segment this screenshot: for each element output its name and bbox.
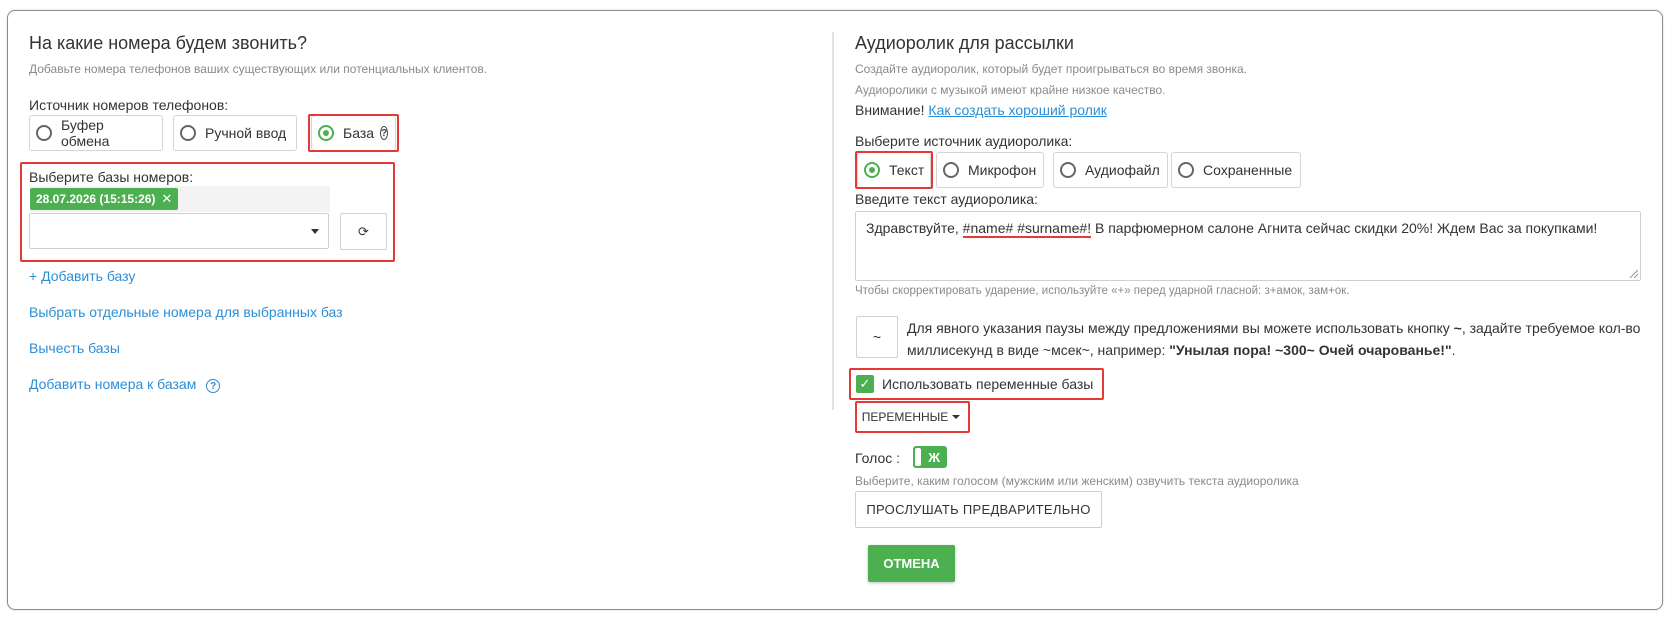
radio-unchecked-icon [36,125,52,141]
cancel-button[interactable]: ОТМЕНА [868,545,955,582]
highlight-box [849,368,1104,400]
source-radio-label: Буфер обмена [61,117,110,149]
text-part-2: В парфюмерном салоне Агнита сейчас скидк… [1091,220,1598,236]
resize-handle[interactable] [1630,270,1638,278]
audio-radio-label: Микрофон [968,162,1037,178]
radio-unchecked-icon [1178,162,1194,178]
text-part-1: Здравствуйте, [866,220,963,236]
pause-button[interactable]: ~ [856,316,898,358]
left-section-subtitle: Добавьте номера телефонов ваших существу… [29,62,488,76]
source-radio-clipboard[interactable]: Буфер обмена [29,115,163,151]
source-radio-manual[interactable]: Ручной ввод [173,115,297,151]
help-icon[interactable]: ? [206,379,221,393]
pause-tilde: ~ [1453,320,1462,336]
good-clip-link[interactable]: Как создать хороший ролик [928,102,1106,118]
pause-text-3: . [1451,342,1456,358]
add-numbers-link[interactable]: Добавить номера к базам ? [29,376,221,393]
right-subtitle-2: Аудиоролики с музыкой имеют крайне низко… [855,83,1166,97]
right-subtitle-1: Создайте аудиоролик, который будет проиг… [855,62,1247,76]
voice-hint: Выберите, каким голосом (мужским или жен… [855,474,1299,488]
source-radio-label: Ручной ввод [205,125,287,141]
audio-radio-microphone[interactable]: Микрофон [936,152,1044,188]
audio-source-label: Выберите источник аудиоролика: [855,133,1073,149]
add-numbers-label: Добавить номера к базам [29,376,197,392]
warning-line: Внимание! Как создать хороший ролик [855,102,1107,118]
radio-unchecked-icon [180,125,196,141]
preview-button[interactable]: ПРОСЛУШАТЬ ПРЕДВАРИТЕЛЬНО [855,491,1102,528]
left-section-title: На какие номера будем звонить? [29,33,308,53]
toggle-knob [915,448,921,466]
audio-text-label: Введите текст аудиоролика: [855,191,1038,207]
highlight-box [308,114,399,152]
audio-radio-saved[interactable]: Сохраненные [1171,152,1301,188]
warning-prefix: Внимание! [855,102,925,118]
stress-hint: Чтобы скорректировать ударение, использу… [855,285,1350,297]
voice-label: Голос : [855,450,901,466]
radio-unchecked-icon [943,162,959,178]
add-base-link[interactable]: + Добавить базу [29,268,135,284]
pause-text-1: Для явного указания паузы между предложе… [907,320,1454,336]
select-numbers-link[interactable]: Выбрать отдельные номера для выбранных б… [29,304,343,320]
text-variables: #name# #surname#! [962,220,1092,238]
voice-value: Ж [928,449,940,465]
highlight-box [855,401,970,433]
phone-source-label: Источник номеров телефонов: [29,97,229,113]
audio-radio-file[interactable]: Аудиофайл [1053,152,1168,188]
subtract-bases-link[interactable]: Вычесть базы [29,340,120,356]
pause-example: "Унылая пора! ~300~ Очей очарованье!" [1169,342,1452,358]
column-divider [832,32,834,410]
audio-radio-label: Сохраненные [1203,162,1293,178]
highlight-box [855,151,933,189]
right-section-title: Аудиоролик для рассылки [855,33,1074,53]
highlight-box [20,162,395,262]
audio-text-input[interactable]: Здравствуйте, #name# #surname#! В парфюм… [855,211,1641,281]
audio-radio-label: Аудиофайл [1085,162,1160,178]
pause-instructions: Для явного указания паузы между предложе… [907,317,1647,361]
voice-toggle[interactable]: Ж [913,446,947,468]
radio-unchecked-icon [1060,162,1076,178]
